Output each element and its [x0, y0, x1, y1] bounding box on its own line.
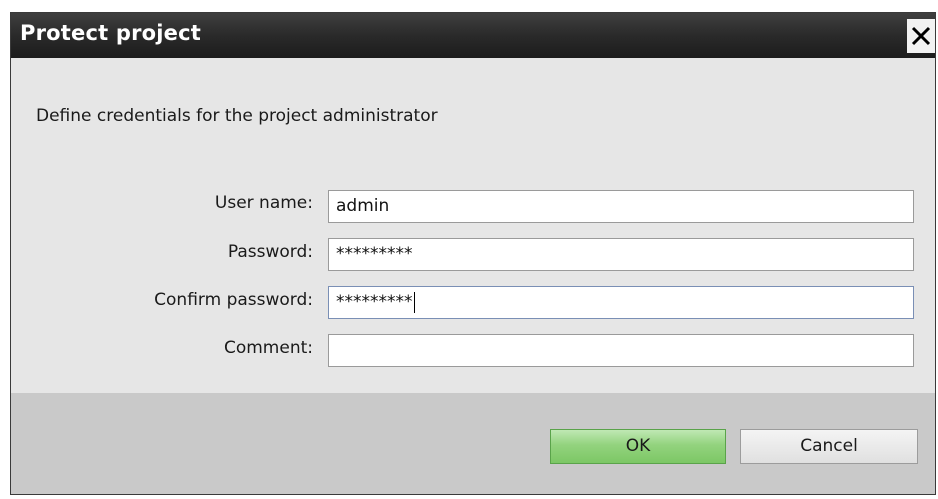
instruction-text: Define credentials for the project admin…	[36, 106, 438, 126]
text-caret	[413, 291, 415, 313]
dialog-title: Protect project	[20, 21, 201, 45]
confirm-password-value: *********	[336, 292, 413, 312]
user-name-label: User name:	[214, 193, 313, 213]
password-label: Password:	[227, 242, 313, 262]
protect-project-dialog: Protect project Define credentials for t…	[10, 12, 936, 495]
cancel-button[interactable]: Cancel	[740, 429, 918, 464]
dialog-footer: OK Cancel	[11, 393, 935, 494]
confirm-password-label: Confirm password:	[154, 290, 313, 310]
close-icon	[911, 26, 931, 46]
user-name-input[interactable]: admin	[328, 190, 914, 223]
ok-button[interactable]: OK	[550, 429, 726, 464]
comment-input[interactable]	[328, 334, 914, 367]
close-button[interactable]	[907, 19, 935, 53]
confirm-password-input[interactable]: *********	[328, 286, 914, 319]
comment-label: Comment:	[223, 338, 313, 358]
password-input[interactable]: *********	[328, 238, 914, 271]
title-bar: Protect project	[11, 13, 935, 58]
